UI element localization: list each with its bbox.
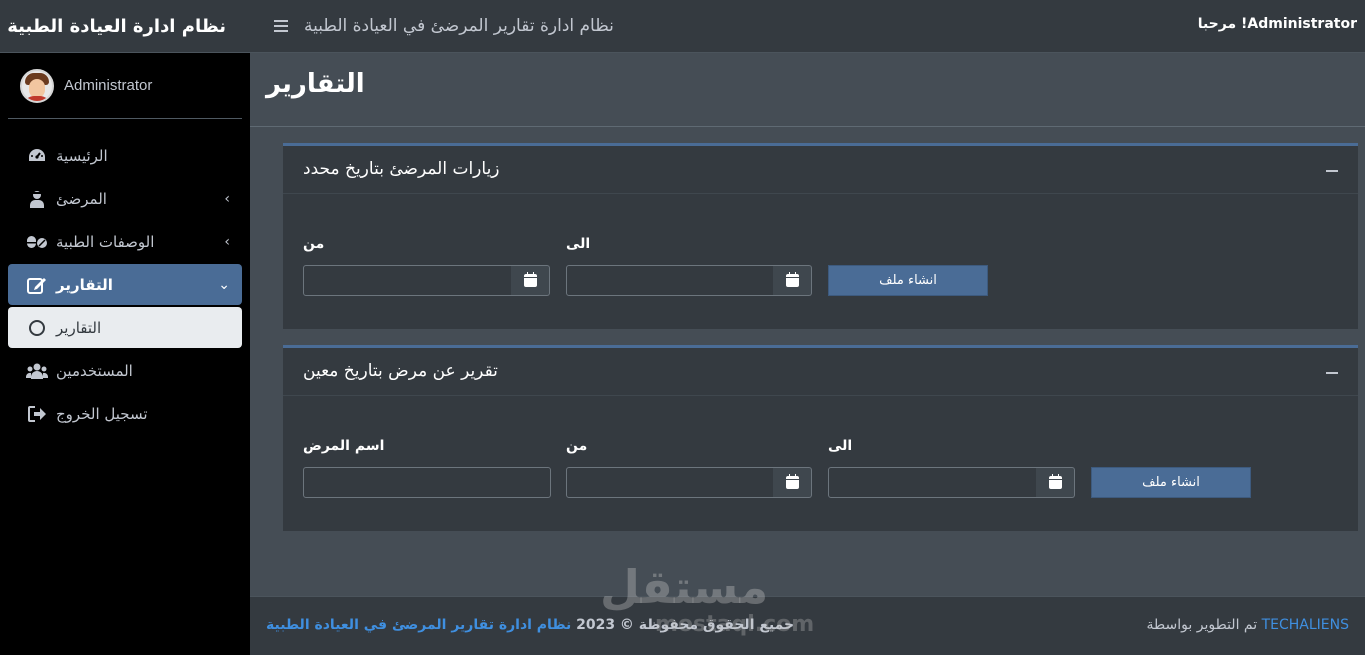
sidebar-item-label: المستخدمين xyxy=(56,361,133,380)
calendar-icon xyxy=(1048,474,1062,489)
brand-link[interactable]: نظام ادارة العيادة الطبية xyxy=(0,0,250,53)
pills-icon xyxy=(26,231,48,253)
patient-icon xyxy=(26,188,48,210)
from-date-calendar-button[interactable] xyxy=(511,265,550,296)
sidebar-item-label: المرضئ xyxy=(56,189,107,208)
sidebar-item-label: التقارير xyxy=(56,275,113,294)
user-panel[interactable]: Administrator xyxy=(8,53,242,119)
calendar-icon xyxy=(785,474,799,489)
from-label: من xyxy=(303,236,325,252)
avatar xyxy=(20,68,54,103)
to-date-calendar-button[interactable] xyxy=(1036,467,1075,498)
sidebar-item-label: التقارير xyxy=(56,318,102,337)
to-label: الى xyxy=(828,438,853,454)
welcome-text: Administrator! مرحبا xyxy=(1197,16,1357,32)
card-header: تقرير عن مرض بتاريخ معين xyxy=(283,348,1358,396)
calendar-icon xyxy=(523,272,537,287)
sidebar-item-label: تسجيل الخروج xyxy=(56,404,148,423)
sidebar-item-logout[interactable]: تسجيل الخروج xyxy=(8,393,242,434)
to-date-input[interactable] xyxy=(566,265,774,296)
from-date-input[interactable] xyxy=(303,265,512,296)
menu-toggle-icon[interactable] xyxy=(274,20,288,32)
to-date-calendar-button[interactable] xyxy=(773,265,812,296)
to-label: الى xyxy=(566,236,591,252)
footer: حميع الحقوق محفوظة © 2023 نظام ادارة تقا… xyxy=(250,596,1365,655)
sidebar-item-users[interactable]: المستخدمين xyxy=(8,350,242,391)
copyright-text: حميع الحقوق محفوظة © 2023 xyxy=(576,617,795,633)
disease-report-card: تقرير عن مرض بتاريخ معين اسم المرض من ال… xyxy=(283,345,1358,531)
chevron-down-icon: ⌄ xyxy=(218,276,230,293)
from-date-input[interactable] xyxy=(566,467,774,498)
card-title: تقرير عن مرض بتاريخ معين xyxy=(303,361,498,381)
dashboard-icon xyxy=(26,145,48,167)
sidebar-item-label: الوصفات الطبية xyxy=(56,232,155,251)
user-name: Administrator xyxy=(64,77,153,94)
sidebar-item-reports[interactable]: التقارير ⌄ xyxy=(8,264,242,305)
sidebar-item-home[interactable]: الرئيسية xyxy=(8,135,242,176)
sidebar-item-patients[interactable]: المرضئ ‹ xyxy=(8,178,242,219)
brand-title: نظام ادارة العيادة الطبية xyxy=(7,15,226,37)
collapse-icon[interactable] xyxy=(1326,372,1338,374)
chevron-left-icon: ‹ xyxy=(224,233,230,250)
collapse-icon[interactable] xyxy=(1326,170,1338,172)
from-date-calendar-button[interactable] xyxy=(773,467,812,498)
navbar-title: نظام ادارة تقارير المرضئ في العيادة الطب… xyxy=(304,16,614,36)
users-icon xyxy=(26,360,48,382)
to-date-input[interactable] xyxy=(828,467,1037,498)
disease-name-label: اسم المرض xyxy=(303,438,385,454)
footer-system-link[interactable]: نظام ادارة تقارير المرضئ في العيادة الطب… xyxy=(266,617,571,633)
sidebar: نظام ادارة العيادة الطبية Administrator … xyxy=(0,0,250,655)
sign-out-icon xyxy=(26,403,48,425)
edit-icon xyxy=(26,274,48,296)
from-label: من xyxy=(566,438,588,454)
visits-report-card: زيارات المرضئ بتاريخ محدد من الى انشاء م… xyxy=(283,143,1358,329)
content-header: التقارير xyxy=(250,53,1365,127)
developer-link[interactable]: TECHALIENS xyxy=(1262,617,1349,633)
sidebar-subitem-reports[interactable]: التقارير xyxy=(8,307,242,348)
chevron-left-icon: ‹ xyxy=(224,190,230,207)
disease-name-input[interactable] xyxy=(303,467,551,498)
card-title: زيارات المرضئ بتاريخ محدد xyxy=(303,159,500,179)
calendar-icon xyxy=(785,272,799,287)
sidebar-item-prescriptions[interactable]: الوصفات الطبية ‹ xyxy=(8,221,242,262)
create-file-button[interactable]: انشاء ملف xyxy=(828,265,988,296)
footer-copyright: حميع الحقوق محفوظة © 2023 نظام ادارة تقا… xyxy=(266,617,794,633)
footer-credit: تم التطوير بواسطة TECHALIENS xyxy=(1147,617,1349,633)
credit-text: تم التطوير بواسطة xyxy=(1146,617,1258,633)
sidebar-item-label: الرئيسية xyxy=(56,146,108,165)
create-file-button[interactable]: انشاء ملف xyxy=(1091,467,1251,498)
top-navbar: نظام ادارة تقارير المرضئ في العيادة الطب… xyxy=(250,0,1365,53)
sidebar-nav: الرئيسية المرضئ ‹ الوصفات الطبية ‹ التقا… xyxy=(0,119,250,434)
page-title: التقارير xyxy=(266,69,365,99)
card-header: زيارات المرضئ بتاريخ محدد xyxy=(283,146,1358,194)
circle-icon xyxy=(26,317,48,339)
